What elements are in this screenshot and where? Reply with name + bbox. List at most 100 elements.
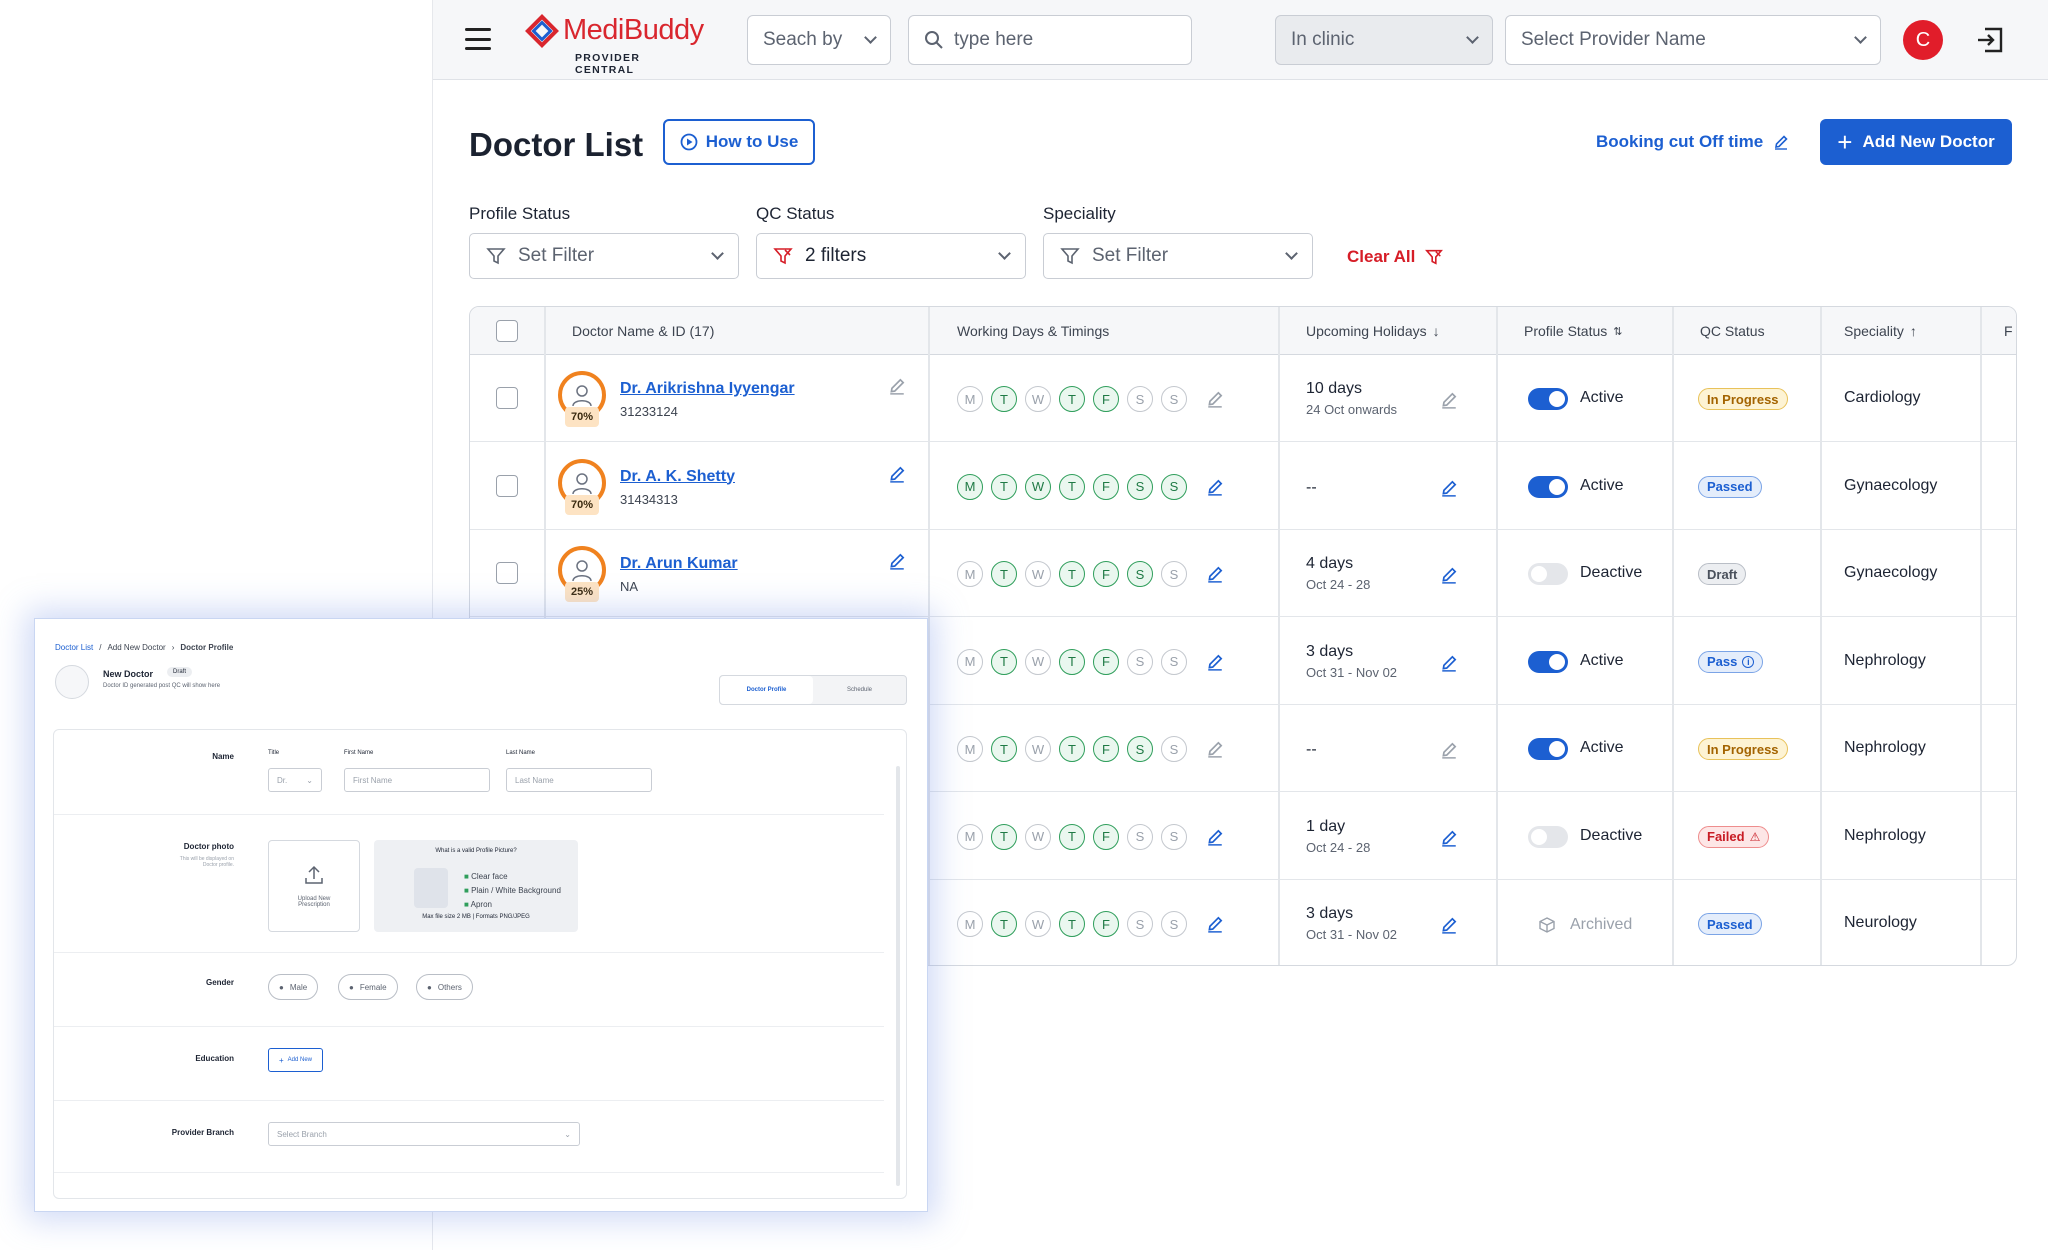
valid-item: ■ Apron: [464, 898, 561, 912]
speciality-text: Nephrology: [1844, 826, 1926, 844]
title-select[interactable]: Dr. ⌄: [268, 768, 322, 792]
table-row[interactable]: 70% Dr. A. K. Shetty 31434313 M T W T F S S -- Acti…: [470, 443, 2016, 530]
first-name-input[interactable]: First Name: [344, 768, 490, 792]
edit-doctor-icon[interactable]: [888, 465, 906, 483]
clear-all-button[interactable]: Clear All: [1347, 247, 1444, 267]
row-checkbox[interactable]: [496, 474, 518, 497]
holiday-count: 3 days: [1306, 905, 1354, 922]
weekday-chip: T: [1059, 823, 1085, 850]
edit-holiday-icon[interactable]: [1440, 479, 1458, 497]
weekday-chip: S: [1161, 911, 1187, 937]
logo-mark-icon: [525, 14, 559, 48]
holiday-count: 4 days: [1306, 555, 1354, 572]
profile-form-card: Name Title Dr. ⌄ First Name First Name La…: [53, 729, 907, 1199]
edit-holiday-icon[interactable]: [1440, 391, 1458, 409]
speciality-filter[interactable]: Set Filter: [1043, 233, 1313, 279]
edit-holiday-icon[interactable]: [1440, 829, 1458, 847]
gender-male-chip[interactable]: ● Male: [268, 974, 319, 1000]
doctor-name-link[interactable]: Dr. A. K. Shetty: [620, 468, 735, 486]
upload-photo-box[interactable]: Upload New Prescription: [268, 840, 360, 932]
search-by-select[interactable]: Seach by: [747, 15, 891, 65]
profile-status-toggle[interactable]: [1528, 563, 1568, 585]
col-doctor-name[interactable]: Doctor Name & ID (17): [572, 307, 714, 355]
search-input[interactable]: type here: [908, 15, 1192, 65]
check-icon: ■: [464, 872, 469, 881]
education-label: Education: [195, 1054, 234, 1063]
chevron-right-icon: ›: [171, 643, 175, 652]
warning-icon[interactable]: ⚠: [1750, 830, 1761, 844]
profile-status-toggle[interactable]: [1528, 738, 1568, 760]
how-to-use-button[interactable]: How to Use: [663, 119, 815, 165]
tab-schedule[interactable]: Schedule: [813, 676, 906, 704]
profile-status-text: Deactive: [1580, 826, 1643, 844]
edit-holiday-icon[interactable]: [1440, 654, 1458, 672]
select-all-checkbox[interactable]: [496, 320, 518, 342]
edit-holiday-icon[interactable]: [1440, 566, 1458, 584]
edit-doctor-icon[interactable]: [888, 377, 906, 395]
col-upcoming-holidays-label: Upcoming Holidays: [1306, 323, 1427, 339]
col-profile-status[interactable]: Profile Status ⇅: [1524, 307, 1622, 355]
menu-icon[interactable]: [465, 28, 491, 50]
breadcrumb-add-new[interactable]: Add New Doctor: [107, 643, 165, 652]
weekday-chip: F: [1093, 473, 1119, 500]
speciality-text: Neurology: [1844, 914, 1917, 931]
weekday-chip: T: [1059, 561, 1085, 587]
clinic-mode-select[interactable]: In clinic: [1275, 15, 1493, 65]
profile-tabs: Doctor Profile Schedule: [719, 675, 907, 705]
brand-logo[interactable]: MediBuddy PROVIDER CENTRAL: [523, 10, 704, 76]
row-checkbox[interactable]: [496, 387, 518, 409]
holiday-cell: 3 days Oct 31 - Nov 02: [1306, 643, 1397, 680]
doctor-icon: [572, 560, 592, 582]
divider: [54, 1026, 884, 1027]
edit-timings-icon[interactable]: [1206, 390, 1224, 408]
user-avatar[interactable]: C: [1903, 20, 1943, 60]
qc-status-filter-label: QC Status: [756, 204, 835, 223]
profile-status-filter[interactable]: Set Filter: [469, 233, 739, 279]
doctor-name-link[interactable]: Dr. Arun Kumar: [620, 555, 738, 573]
col-speciality[interactable]: Speciality ↑: [1844, 307, 1917, 355]
doctor-name-link[interactable]: Dr. Arikrishna Iyyengar: [620, 380, 795, 398]
weekday-chip: S: [1161, 736, 1187, 762]
qc-status-badge: Failed ⚠: [1698, 825, 1770, 848]
edit-timings-icon[interactable]: [1206, 565, 1224, 583]
table-row[interactable]: 70% Dr. Arikrishna Iyyengar 31233124 M T W T F S…: [470, 355, 2016, 442]
edit-timings-icon[interactable]: [1206, 828, 1224, 846]
profile-status-toggle[interactable]: [1528, 650, 1568, 673]
weekday-chip: S: [1127, 561, 1153, 587]
provider-select[interactable]: Select Provider Name: [1505, 15, 1881, 65]
chevron-down-icon: [1466, 31, 1479, 44]
breadcrumb-doctor-list[interactable]: Doctor List: [55, 643, 93, 652]
form-scrollbar[interactable]: [896, 766, 900, 1186]
chevron-down-icon: [1285, 247, 1298, 260]
edit-holiday-icon[interactable]: [1440, 916, 1458, 934]
edit-timings-icon[interactable]: [1206, 740, 1224, 758]
last-name-input[interactable]: Last Name: [506, 768, 652, 792]
booking-cutoff-link[interactable]: Booking cut Off time: [1596, 132, 1789, 152]
gender-label: Gender: [205, 978, 234, 987]
edit-timings-icon[interactable]: [1206, 915, 1224, 933]
profile-status-toggle[interactable]: [1528, 388, 1568, 410]
gender-female-chip[interactable]: ● Female: [338, 974, 398, 1000]
tab-doctor-profile[interactable]: Doctor Profile: [720, 676, 813, 704]
qc-status-filter[interactable]: 2 filters: [756, 233, 1026, 279]
chevron-down-icon: ⌄: [564, 1129, 571, 1139]
info-icon[interactable]: i: [1742, 655, 1755, 668]
profile-status-toggle[interactable]: [1528, 825, 1568, 848]
table-row[interactable]: 25% Dr. Arun Kumar NA M T W T F S S 4 days Oct 24 -…: [470, 530, 2016, 617]
logout-icon[interactable]: [1975, 26, 2005, 54]
edit-timings-icon[interactable]: [1206, 478, 1224, 496]
edit-holiday-icon[interactable]: [1440, 741, 1458, 759]
add-education-button[interactable]: + Add New: [268, 1048, 324, 1072]
edit-timings-icon[interactable]: [1206, 653, 1224, 671]
edit-doctor-icon[interactable]: [888, 552, 906, 570]
doctor-avatar: 70%: [558, 458, 606, 515]
divider: [54, 1100, 884, 1101]
gender-others-chip[interactable]: ● Others: [416, 974, 473, 1000]
upload-icon: [305, 865, 323, 884]
col-upcoming-holidays[interactable]: Upcoming Holidays ↓: [1306, 307, 1440, 355]
add-new-doctor-button[interactable]: + Add New Doctor: [1820, 119, 2012, 165]
divider: [54, 952, 884, 953]
profile-status-toggle[interactable]: [1528, 475, 1568, 498]
row-checkbox[interactable]: [496, 562, 518, 584]
provider-branch-select[interactable]: Select Branch ⌄: [268, 1122, 580, 1146]
